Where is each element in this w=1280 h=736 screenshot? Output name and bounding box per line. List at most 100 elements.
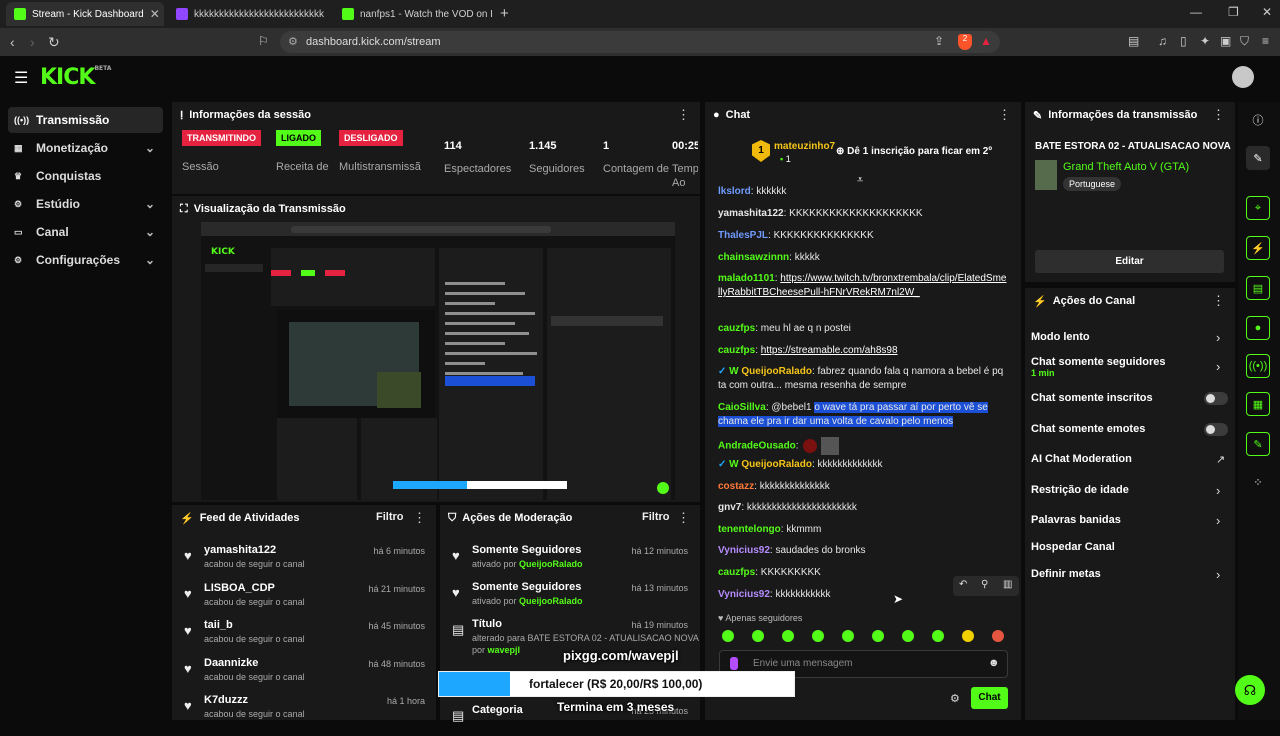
stream-preview-video[interactable]: KICK bbox=[201, 222, 675, 500]
channel-action-6[interactable]: Palavras banidas bbox=[1031, 514, 1121, 526]
edit-button[interactable]: Editar bbox=[1035, 250, 1224, 273]
help-chat-icon[interactable]: ☊ bbox=[1235, 675, 1265, 705]
chat-settings-icon[interactable]: ⚙ bbox=[950, 692, 960, 705]
chevron-right-icon[interactable]: › bbox=[1216, 513, 1220, 528]
scan-icon[interactable]: ⌖ bbox=[1246, 196, 1270, 220]
more-options-icon[interactable]: ⋮ bbox=[1212, 107, 1225, 123]
tab-stream-dashboard[interactable]: Stream - Kick Dashboard ✕ bbox=[6, 2, 164, 26]
emote-icon[interactable] bbox=[992, 630, 1004, 642]
moderator-link[interactable]: QueijooRalado bbox=[519, 596, 583, 606]
delete-icon[interactable]: ▥ bbox=[1003, 579, 1012, 590]
filter-button[interactable]: Filtro bbox=[642, 511, 670, 523]
channel-action-0[interactable]: Modo lento bbox=[1031, 331, 1090, 343]
wrench-icon[interactable]: ✎ bbox=[1246, 432, 1270, 456]
emote-icon[interactable] bbox=[782, 630, 794, 642]
close-window-icon[interactable]: ✕ bbox=[1262, 5, 1272, 19]
chevron-right-icon[interactable]: › bbox=[1216, 330, 1220, 345]
chat-mention[interactable]: @bebel1 bbox=[771, 402, 811, 413]
brave-shield-icon[interactable]: 2 bbox=[958, 34, 972, 50]
sidebar-item-0[interactable]: ((•)) Transmissão bbox=[8, 107, 163, 133]
activity-user[interactable]: K7duzzz bbox=[204, 694, 248, 706]
site-info-icon[interactable]: ⚙ bbox=[288, 31, 298, 53]
hamburger-menu-icon[interactable]: ☰ bbox=[14, 68, 28, 88]
activity-user[interactable]: Daannizke bbox=[204, 657, 258, 669]
emote-icon[interactable] bbox=[842, 630, 854, 642]
maximize-icon[interactable]: ❐ bbox=[1228, 5, 1239, 19]
chat-username[interactable]: Vynicius92 bbox=[718, 545, 770, 556]
chat-username[interactable]: ThalesPJL bbox=[718, 230, 768, 241]
minimize-icon[interactable]: — bbox=[1190, 5, 1202, 19]
vpn-icon[interactable]: ⛉ bbox=[1240, 34, 1249, 49]
reload-icon[interactable]: ↻ bbox=[48, 34, 60, 51]
toggle-switch[interactable] bbox=[1204, 392, 1228, 405]
chat-username[interactable]: QueijooRalado bbox=[741, 459, 812, 470]
external-link-icon[interactable]: ↗ bbox=[1216, 453, 1225, 466]
channel-action-2[interactable]: Chat somente inscritos bbox=[1031, 392, 1153, 404]
share-icon[interactable]: ⇪ bbox=[934, 34, 944, 48]
layout-icon[interactable]: ▦ bbox=[1246, 392, 1270, 416]
tab-kick-vod[interactable]: nanfps1 - Watch the VOD on Kick ✕ bbox=[334, 2, 492, 26]
menu-icon[interactable]: ≡ bbox=[1262, 34, 1269, 48]
tab-twitch[interactable]: kkkkkkkkkkkkkkkkkkkkkkkkkk - Tw bbox=[168, 2, 326, 26]
chat-username[interactable]: tenentelongo bbox=[718, 524, 781, 535]
activity-user[interactable]: yamashita122 bbox=[204, 544, 276, 556]
sidebar-item-5[interactable]: ⚙ Configurações ⌄ bbox=[8, 247, 163, 273]
chat-username[interactable]: gnv7 bbox=[718, 502, 741, 513]
music-icon[interactable]: ♫ bbox=[1158, 34, 1167, 48]
sidebar-item-2[interactable]: ♛ Conquistas bbox=[8, 163, 163, 189]
chat-username[interactable]: AndradeOusado bbox=[718, 441, 796, 452]
lightning-icon[interactable]: ⚡ bbox=[1246, 236, 1270, 260]
info-icon[interactable]: ⓘ bbox=[1246, 108, 1270, 132]
chat-username[interactable]: cauzfps bbox=[718, 323, 755, 334]
emote-icon[interactable] bbox=[962, 630, 974, 642]
channel-action-8[interactable]: Definir metas bbox=[1031, 568, 1101, 580]
more-options-icon[interactable]: ⋮ bbox=[677, 107, 690, 123]
more-options-icon[interactable]: ⋮ bbox=[998, 107, 1011, 123]
channel-action-1[interactable]: Chat somente seguidores 1 min bbox=[1031, 356, 1165, 378]
sidebar-toggle-icon[interactable]: ▯ bbox=[1180, 34, 1187, 48]
chat-username[interactable]: CaioSillva bbox=[718, 402, 766, 413]
chat-username[interactable]: Vynicius92 bbox=[718, 589, 770, 600]
emote-icon[interactable] bbox=[902, 630, 914, 642]
channel-action-4[interactable]: AI Chat Moderation bbox=[1031, 453, 1132, 465]
apps-icon[interactable]: ⁘ bbox=[1246, 470, 1270, 494]
sidebar-item-3[interactable]: ⚙ Estúdio ⌄ bbox=[8, 191, 163, 217]
pinned-user[interactable]: mateuzinho7 bbox=[774, 141, 835, 152]
chat-username[interactable]: yamashita122 bbox=[718, 208, 784, 219]
chat-username[interactable]: lkslord bbox=[718, 186, 751, 197]
chat-username[interactable]: cauzfps bbox=[718, 345, 755, 356]
avatar[interactable] bbox=[1232, 66, 1254, 88]
back-icon[interactable]: ‹ bbox=[10, 34, 15, 50]
emote-icon[interactable] bbox=[932, 630, 944, 642]
chat-username[interactable]: cauzfps bbox=[718, 567, 755, 578]
pencil-icon[interactable]: ✎ bbox=[1246, 146, 1270, 170]
more-options-icon[interactable]: ⋮ bbox=[677, 510, 690, 526]
bookmark-icon[interactable]: ⚐ bbox=[258, 34, 269, 48]
forward-icon[interactable]: › bbox=[30, 34, 35, 50]
channel-action-7[interactable]: Hospedar Canal bbox=[1031, 541, 1115, 553]
chat-username[interactable]: malado1101 bbox=[718, 273, 775, 284]
sidebar-item-1[interactable]: ▦ Monetização ⌄ bbox=[8, 135, 163, 161]
chevron-right-icon[interactable]: › bbox=[1216, 567, 1220, 582]
toggle-switch[interactable] bbox=[1204, 423, 1228, 436]
channel-action-5[interactable]: Restrição de idade bbox=[1031, 484, 1129, 496]
emoji-icon[interactable]: ☻ bbox=[988, 657, 1000, 669]
chat-icon[interactable]: ● bbox=[1246, 316, 1270, 340]
emote-icon[interactable] bbox=[872, 630, 884, 642]
channel-action-3[interactable]: Chat somente emotes bbox=[1031, 423, 1145, 435]
chat-link[interactable]: https://streamable.com/ah8s98 bbox=[761, 345, 898, 356]
wallet-icon[interactable]: ▣ bbox=[1220, 34, 1231, 48]
activity-user[interactable]: LISBOA_CDP bbox=[204, 582, 275, 594]
new-tab-button[interactable]: + bbox=[500, 5, 509, 22]
more-options-icon[interactable]: ⋮ bbox=[1212, 293, 1225, 309]
broadcast-icon[interactable]: ((•)) bbox=[1246, 354, 1270, 378]
reply-icon[interactable]: ↶ bbox=[959, 579, 967, 590]
pin-icon[interactable]: ⚲ bbox=[981, 579, 988, 590]
filter-button[interactable]: Filtro bbox=[376, 511, 404, 523]
emote-icon[interactable] bbox=[812, 630, 824, 642]
send-chat-button[interactable]: Chat bbox=[971, 687, 1008, 709]
chat-username[interactable]: costazz bbox=[718, 481, 754, 492]
category-link[interactable]: Grand Theft Auto V (GTA) bbox=[1063, 161, 1189, 173]
emote-icon[interactable] bbox=[722, 630, 734, 642]
chat-username[interactable]: chainsawzinnn bbox=[718, 252, 789, 263]
